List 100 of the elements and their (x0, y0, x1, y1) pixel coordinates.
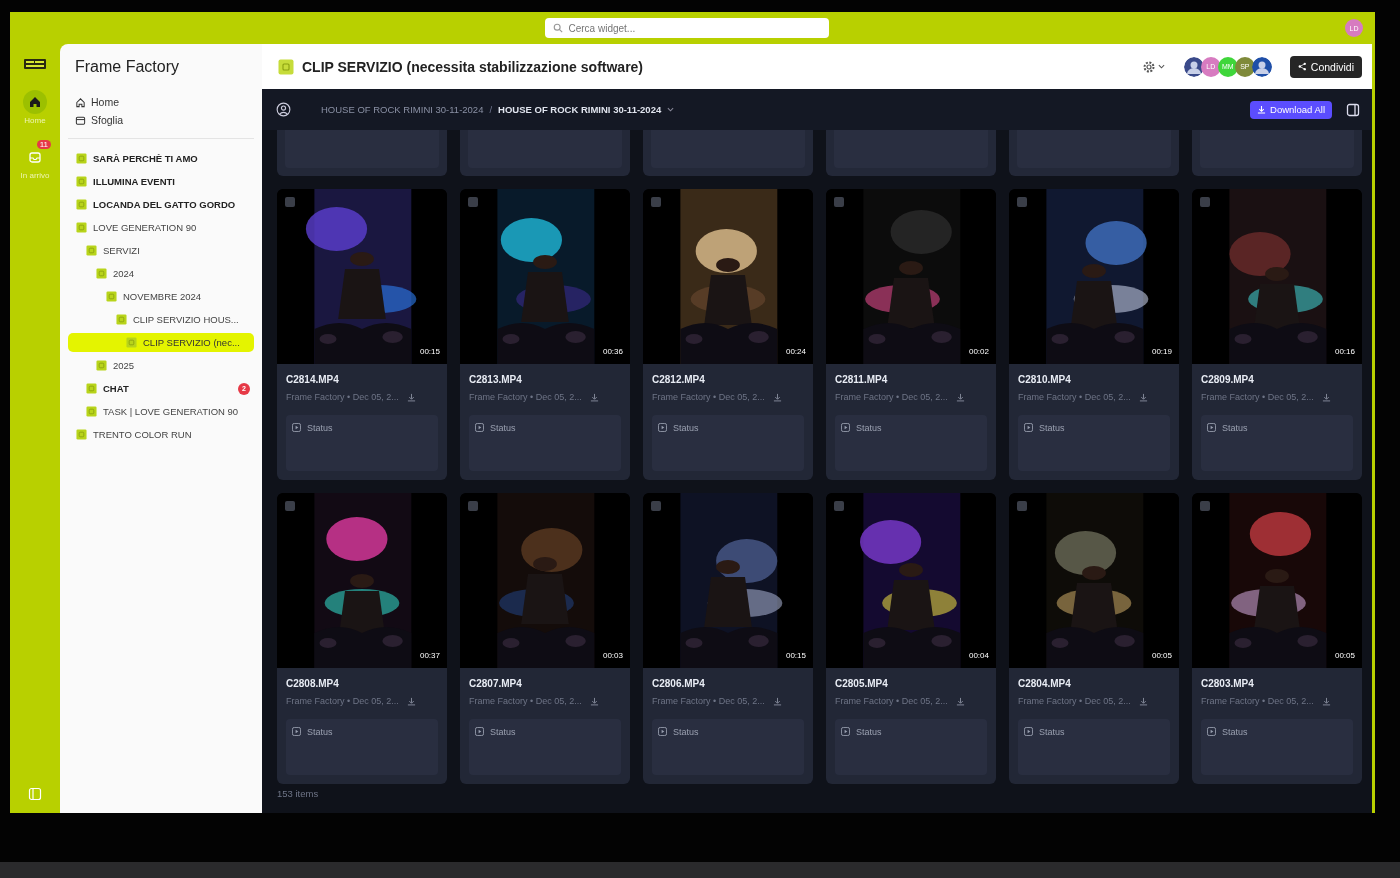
file-meta: Frame Factory • Dec 05, 2... (286, 696, 399, 706)
video-card[interactable]: 00:16 C2809.MP4 Frame Factory • Dec 05, 2... Status (1192, 189, 1362, 480)
duration-label: 00:15 (785, 651, 806, 660)
select-checkbox[interactable] (834, 501, 844, 511)
user-icon[interactable] (276, 102, 291, 117)
status-panel[interactable]: Status (286, 719, 438, 775)
nav-link[interactable]: Home (75, 96, 247, 108)
sidebar-toggle-icon[interactable] (28, 787, 42, 801)
download-icon[interactable] (589, 392, 599, 402)
select-checkbox[interactable] (285, 197, 295, 207)
member-avatar[interactable] (1183, 56, 1204, 77)
status-panel[interactable]: Status (469, 415, 621, 471)
folder-icon (96, 360, 107, 371)
breadcrumb-separator: / (489, 104, 493, 115)
video-card[interactable]: 00:36 C2813.MP4 Frame Factory • Dec 05, 2... Status (460, 189, 630, 480)
download-icon[interactable] (406, 696, 416, 706)
status-icon (841, 727, 850, 736)
file-meta: Frame Factory • Dec 05, 2... (1018, 392, 1131, 402)
select-checkbox[interactable] (1200, 197, 1210, 207)
video-card[interactable]: 00:04 C2805.MP4 Frame Factory • Dec 05, 2... Status (826, 493, 996, 784)
download-icon[interactable] (406, 392, 416, 402)
download-icon (1257, 105, 1267, 114)
file-meta: Frame Factory • Dec 05, 2... (469, 392, 582, 402)
caret-icon[interactable] (667, 106, 675, 113)
download-icon[interactable] (955, 392, 965, 402)
select-checkbox[interactable] (1017, 197, 1027, 207)
rail-button[interactable]: 11 In arrivo (18, 139, 52, 180)
tree-item[interactable]: CLIP SERVIZIO HOUS... (68, 310, 254, 329)
status-panel[interactable]: Status (1201, 415, 1353, 471)
video-card[interactable]: 00:24 C2812.MP4 Frame Factory • Dec 05, 2... Status (643, 189, 813, 480)
select-checkbox[interactable] (1200, 501, 1210, 511)
folder-icon (75, 114, 86, 126)
status-panel[interactable]: Status (1018, 719, 1170, 775)
status-panel[interactable]: Status (835, 415, 987, 471)
file-name: C2813.MP4 (469, 374, 523, 385)
video-card[interactable]: 00:37 C2808.MP4 Frame Factory • Dec 05, 2... Status (277, 493, 447, 784)
status-panel[interactable]: Status (286, 415, 438, 471)
video-card[interactable]: 00:15 C2806.MP4 Frame Factory • Dec 05, 2... Status (643, 493, 813, 784)
download-icon[interactable] (772, 696, 782, 706)
status-panel[interactable]: Status (652, 415, 804, 471)
status-panel[interactable]: Status (1201, 719, 1353, 775)
tree-item[interactable]: CLIP SERVIZIO (nec... (68, 333, 254, 352)
home-icon (28, 95, 42, 109)
tree-item[interactable]: TASK | LOVE GENERATION 90 (68, 402, 254, 421)
breadcrumb-link[interactable]: HOUSE OF ROCK RIMINI 30-11-2024 (498, 104, 662, 115)
search-field[interactable]: Cerca widget... (544, 18, 829, 38)
select-checkbox[interactable] (1017, 501, 1027, 511)
tree-item[interactable]: SERVIZI (68, 241, 254, 260)
duration-label: 00:16 (1334, 347, 1355, 356)
panel-toggle-icon[interactable] (1346, 102, 1360, 117)
tree-item[interactable]: NOVEMBRE 2024 (68, 287, 254, 306)
download-icon[interactable] (772, 392, 782, 402)
tree-item[interactable]: ILLUMINA EVENTI (68, 172, 254, 191)
tree-item[interactable]: LOCANDA DEL GATTO GORDO (68, 195, 254, 214)
select-checkbox[interactable] (285, 501, 295, 511)
download-icon[interactable] (1321, 392, 1331, 402)
video-card[interactable]: 00:05 C2803.MP4 Frame Factory • Dec 05, 2... Status (1192, 493, 1362, 784)
member-avatar[interactable] (1251, 56, 1272, 77)
file-name: C2809.MP4 (1201, 374, 1255, 385)
status-label: Status (1039, 727, 1065, 737)
status-panel[interactable]: Status (835, 719, 987, 775)
select-checkbox[interactable] (468, 197, 478, 207)
select-checkbox[interactable] (651, 197, 661, 207)
tree-item[interactable]: SARÀ PERCHÈ TI AMO (68, 149, 254, 168)
status-label: Status (673, 423, 699, 433)
video-card[interactable]: 00:05 C2804.MP4 Frame Factory • Dec 05, 2... Status (1009, 493, 1179, 784)
download-icon[interactable] (1138, 392, 1148, 402)
video-card[interactable]: 00:15 C2814.MP4 Frame Factory • Dec 05, 2... Status (277, 189, 447, 480)
video-card[interactable]: 00:03 C2807.MP4 Frame Factory • Dec 05, 2... Status (460, 493, 630, 784)
logo-icon (23, 58, 47, 70)
select-checkbox[interactable] (468, 501, 478, 511)
folder-icon (76, 222, 87, 233)
share-button[interactable]: Condividi (1289, 55, 1362, 78)
folder-icon (86, 383, 97, 394)
tree-item[interactable]: LOVE GENERATION 90 (68, 218, 254, 237)
video-card[interactable]: 00:19 C2810.MP4 Frame Factory • Dec 05, 2... Status (1009, 189, 1179, 480)
nav-link[interactable]: Sfoglia (75, 114, 247, 126)
status-label: Status (1222, 727, 1248, 737)
download-icon[interactable] (955, 696, 965, 706)
video-card[interactable]: 00:02 C2811.MP4 Frame Factory • Dec 05, 2... Status (826, 189, 996, 480)
select-checkbox[interactable] (834, 197, 844, 207)
download-all-button[interactable]: Download All (1250, 100, 1332, 119)
tree-item[interactable]: 2025 (68, 356, 254, 375)
duration-label: 00:15 (419, 347, 440, 356)
file-name: C2806.MP4 (652, 678, 706, 689)
status-panel[interactable]: Status (652, 719, 804, 775)
breadcrumb-link[interactable]: HOUSE OF ROCK RIMINI 30-11-2024 (321, 104, 484, 115)
select-checkbox[interactable] (651, 501, 661, 511)
folder-icon (86, 406, 97, 417)
tree-item[interactable]: TRENTO COLOR RUN (68, 425, 254, 444)
status-panel[interactable]: Status (469, 719, 621, 775)
status-label: Status (490, 727, 516, 737)
status-label: Status (1222, 423, 1248, 433)
download-icon[interactable] (1138, 696, 1148, 706)
status-icon (658, 423, 667, 432)
duration-label: 00:36 (602, 347, 623, 356)
download-icon[interactable] (1321, 696, 1331, 706)
tree-item[interactable]: 2024 (68, 264, 254, 283)
download-icon[interactable] (589, 696, 599, 706)
status-panel[interactable]: Status (1018, 415, 1170, 471)
